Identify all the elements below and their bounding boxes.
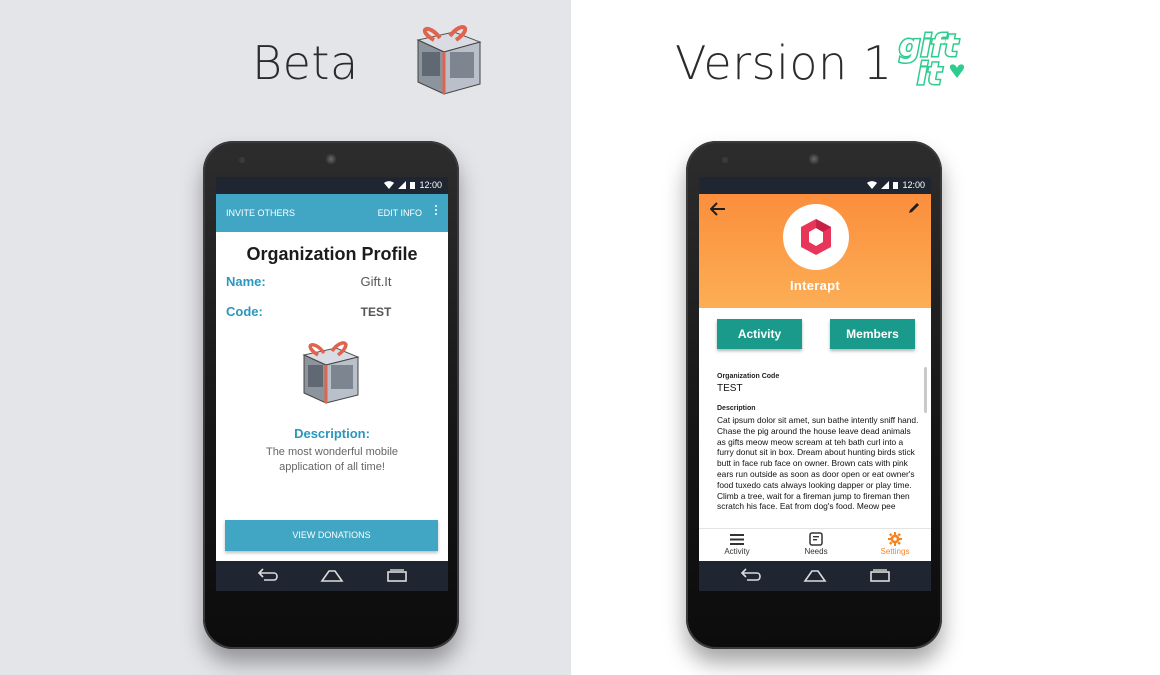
recents-nav-icon[interactable]: [386, 568, 408, 582]
description-label: Description:: [294, 426, 370, 441]
status-bar: 12:00: [216, 177, 448, 194]
gift-it-v1-logo: gift it: [895, 26, 973, 94]
back-nav-icon[interactable]: [739, 568, 761, 582]
code-value: TEST: [360, 305, 392, 319]
edit-info-button[interactable]: EDIT INFO: [378, 208, 422, 218]
code-label: Code:: [226, 304, 263, 319]
tab-needs[interactable]: Needs: [786, 532, 846, 556]
view-donations-button[interactable]: VIEW DONATIONS: [225, 520, 438, 551]
description-heading: Description: [717, 405, 756, 412]
beta-phone: 12:00 INVITE OTHERS EDIT INFO Organizati…: [203, 141, 459, 649]
menu-icon: [730, 533, 744, 545]
org-name: Interapt: [789, 278, 841, 293]
back-arrow-icon[interactable]: [710, 202, 726, 216]
home-nav-icon[interactable]: [320, 568, 344, 582]
profile-header: Interapt: [699, 194, 931, 308]
status-time: 12:00: [902, 180, 925, 190]
org-avatar: [783, 204, 849, 270]
wifi-icon: [867, 181, 878, 189]
system-nav-bar: [216, 561, 448, 591]
notes-icon: [809, 532, 823, 546]
org-code-heading: Organization Code: [717, 373, 780, 380]
gift-it-beta-logo: [410, 18, 484, 96]
org-logo: [298, 335, 362, 407]
recents-nav-icon[interactable]: [869, 568, 891, 582]
signal-icon: [398, 181, 407, 189]
tab-settings[interactable]: Settings: [865, 532, 925, 556]
beta-heading: Beta: [252, 36, 359, 90]
tab-label: Settings: [880, 547, 910, 556]
svg-text:it: it: [917, 57, 943, 92]
tab-activity[interactable]: Activity: [707, 532, 767, 556]
app-bar: INVITE OTHERS EDIT INFO: [216, 194, 448, 232]
description-text: The most wonderful mobile application of…: [265, 446, 399, 473]
battery-icon: [893, 182, 899, 189]
signal-icon: [881, 181, 890, 189]
beta-screen: 12:00 INVITE OTHERS EDIT INFO Organizati…: [216, 177, 448, 591]
org-code-value: TEST: [717, 383, 743, 394]
activity-button[interactable]: Activity: [717, 319, 802, 349]
version1-phone: 12:00 Interapt Activity Members Organiza…: [686, 141, 942, 649]
page-title: Organization Profile: [246, 244, 418, 264]
members-button[interactable]: Members: [830, 319, 915, 349]
bottom-nav: Activity Needs Settings: [699, 528, 931, 561]
front-camera: [808, 153, 820, 165]
hexagon-icon: [801, 219, 831, 255]
edit-pencil-icon[interactable]: [908, 202, 920, 214]
more-vert-icon[interactable]: [434, 205, 438, 217]
sensor-dot: [722, 157, 728, 163]
version1-screen: 12:00 Interapt Activity Members Organiza…: [699, 177, 931, 591]
gear-icon: [888, 532, 902, 546]
system-nav-bar: [699, 561, 931, 591]
description-text: Cat ipsum dolor sit amet, sun bathe inte…: [717, 415, 919, 512]
name-value: Gift.It: [360, 274, 392, 289]
tab-label: Activity: [724, 547, 750, 556]
home-nav-icon[interactable]: [803, 568, 827, 582]
back-nav-icon[interactable]: [256, 568, 278, 582]
version1-heading: Version 1: [675, 36, 893, 90]
sensor-dot: [239, 157, 245, 163]
status-bar: 12:00: [699, 177, 931, 194]
tab-label: Needs: [804, 547, 828, 556]
wifi-icon: [384, 181, 395, 189]
scrollbar[interactable]: [924, 367, 927, 413]
name-label: Name:: [226, 274, 266, 289]
invite-others-button[interactable]: INVITE OTHERS: [226, 208, 295, 218]
battery-icon: [410, 182, 416, 189]
status-time: 12:00: [419, 180, 442, 190]
front-camera: [325, 153, 337, 165]
